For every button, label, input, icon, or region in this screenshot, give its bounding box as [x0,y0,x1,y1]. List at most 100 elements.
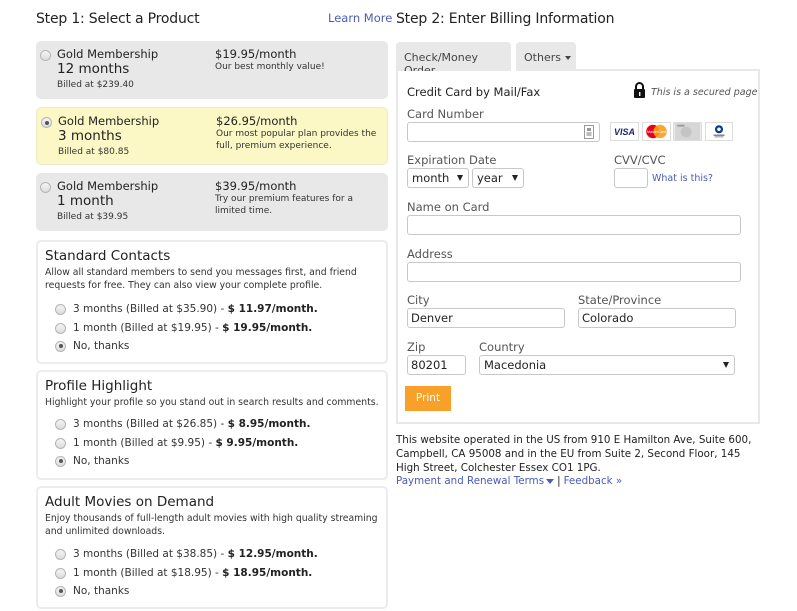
card-number-input[interactable] [407,122,600,142]
product-price: $26.95/month [216,114,298,128]
tab-check-money-order[interactable]: Check/Money Order [396,42,511,77]
addon-profile-highlight: Profile Highlight Highlight your profile… [36,370,388,480]
learn-more-link[interactable]: Learn More [328,11,392,25]
dropdown-arrow-icon [457,175,463,181]
option-text: No, thanks [73,340,130,352]
addon-option[interactable]: No, thanks [55,340,129,352]
dropdown-arrow-icon [512,175,518,181]
caret-down-icon [546,478,555,484]
addon-option[interactable]: 1 month (Billed at $19.95) - $ 19.95/mon… [55,322,312,334]
product-radio[interactable] [40,182,51,193]
cvv-input[interactable] [614,168,648,188]
secure-page-text: This is a secured page [651,87,758,98]
addon-option[interactable]: 3 months (Billed at $35.90) - $ 11.97/mo… [55,303,318,315]
company-address-text: This website operated in the US from 910… [396,434,752,474]
option-price: $ 19.95/month. [222,322,313,334]
addon-standard-contacts: Standard Contacts Allow all standard mem… [36,240,388,364]
expiration-month-select[interactable]: month [407,168,469,188]
city-label: City [407,293,430,307]
what-is-this-link[interactable]: What is this? [652,173,713,184]
select-value: year [477,171,503,185]
address-label: Address [407,247,453,261]
city-input[interactable] [407,308,565,328]
svg-text:VISA: VISA [614,127,635,137]
product-name: Gold Membership [57,179,159,193]
zip-label: Zip [407,340,426,354]
addon-option[interactable]: 3 months (Billed at $26.85) - $ 8.95/mon… [55,418,310,430]
option-text: 3 months (Billed at $35.90) - [73,303,225,315]
product-description: Our most popular plan provides the full,… [216,129,377,151]
select-value: Macedonia [484,358,547,372]
addon-radio[interactable] [55,585,66,597]
product-term: 12 months [57,61,130,77]
product-billed: Billed at $39.95 [57,212,129,222]
product-price: $39.95/month [215,179,297,193]
footer-links: Payment and Renewal Terms | Feedback » [396,475,622,487]
addon-radio[interactable] [55,303,66,315]
product-term: 1 month [57,193,114,209]
product-name: Gold Membership [57,47,159,61]
product-billed: Billed at $80.85 [58,147,130,157]
addon-description: Enjoy thousands of full-length adult mov… [45,513,378,537]
addon-radio[interactable] [55,418,66,430]
payment-terms-link[interactable]: Payment and Renewal Terms [396,475,555,487]
card-number-label: Card Number [407,107,484,121]
addon-movies-on-demand: Adult Movies on Demand Enjoy thousands o… [36,486,388,609]
dropdown-arrow-icon [723,362,729,368]
feedback-link[interactable]: Feedback » [564,475,623,487]
step2-title: Step 2: Enter Billing Information [396,11,615,27]
address-input[interactable] [407,262,741,282]
visa-icon: VISA [610,122,639,141]
expiration-year-select[interactable]: year [472,168,524,188]
addon-radio[interactable] [55,322,66,334]
option-text: No, thanks [73,585,130,597]
addon-radio[interactable] [55,567,66,579]
product-radio[interactable] [40,50,51,61]
product-1-month[interactable]: Gold Membership 1 month Billed at $39.95… [36,173,388,231]
product-price: $19.95/month [215,47,297,61]
select-value: month [412,171,450,185]
option-text: 3 months (Billed at $38.85) - [73,548,225,560]
option-text: 1 month (Billed at $18.95) - [73,567,219,579]
card-autofill-icon [584,125,594,139]
amex-icon [673,122,702,141]
product-name: Gold Membership [58,114,160,128]
tab-label: Others [524,51,561,64]
addon-option[interactable]: No, thanks [55,585,129,597]
option-price: $ 9.95/month. [215,437,299,449]
state-input[interactable] [578,308,736,328]
product-billed: Billed at $239.40 [57,80,134,90]
name-on-card-label: Name on Card [407,200,490,214]
addon-option[interactable]: 1 month (Billed at $18.95) - $ 18.95/mon… [55,567,312,579]
print-button[interactable]: Print [405,386,451,411]
addon-title: Profile Highlight [45,378,153,394]
addon-option[interactable]: 1 month (Billed at $9.95) - $ 9.95/month… [55,437,298,449]
addon-title: Standard Contacts [45,248,171,264]
addon-title: Adult Movies on Demand [45,494,215,510]
product-12-months[interactable]: Gold Membership 12 months Billed at $239… [36,41,388,99]
country-label: Country [479,340,525,354]
cvv-label: CVV/CVC [614,153,666,167]
zip-input[interactable] [407,355,466,375]
svg-text:MasterCard: MasterCard [647,130,666,134]
addon-radio[interactable] [55,548,66,560]
product-description: Our best monthly value! [215,62,325,72]
addon-radio[interactable] [55,437,66,449]
option-price: $ 12.95/month. [227,548,318,560]
option-text: 3 months (Billed at $26.85) - [73,418,225,430]
product-radio[interactable] [41,117,52,128]
addon-option[interactable]: No, thanks [55,455,129,467]
expiration-label: Expiration Date [407,153,497,167]
addon-radio[interactable] [55,455,66,467]
addon-option[interactable]: 3 months (Billed at $38.85) - $ 12.95/mo… [55,548,318,560]
country-select[interactable]: Macedonia [479,355,735,375]
addon-radio[interactable] [55,340,66,352]
product-3-months[interactable]: Gold Membership 3 months Billed at $80.8… [36,107,388,165]
tab-others[interactable]: Others [516,42,576,71]
separator: | [557,475,561,487]
product-description: Try our premium features for a limited t… [215,194,353,216]
option-text: 1 month (Billed at $19.95) - [73,322,219,334]
diners-club-icon [705,122,733,141]
name-on-card-input[interactable] [407,215,741,235]
option-price: $ 8.95/month. [227,418,311,430]
